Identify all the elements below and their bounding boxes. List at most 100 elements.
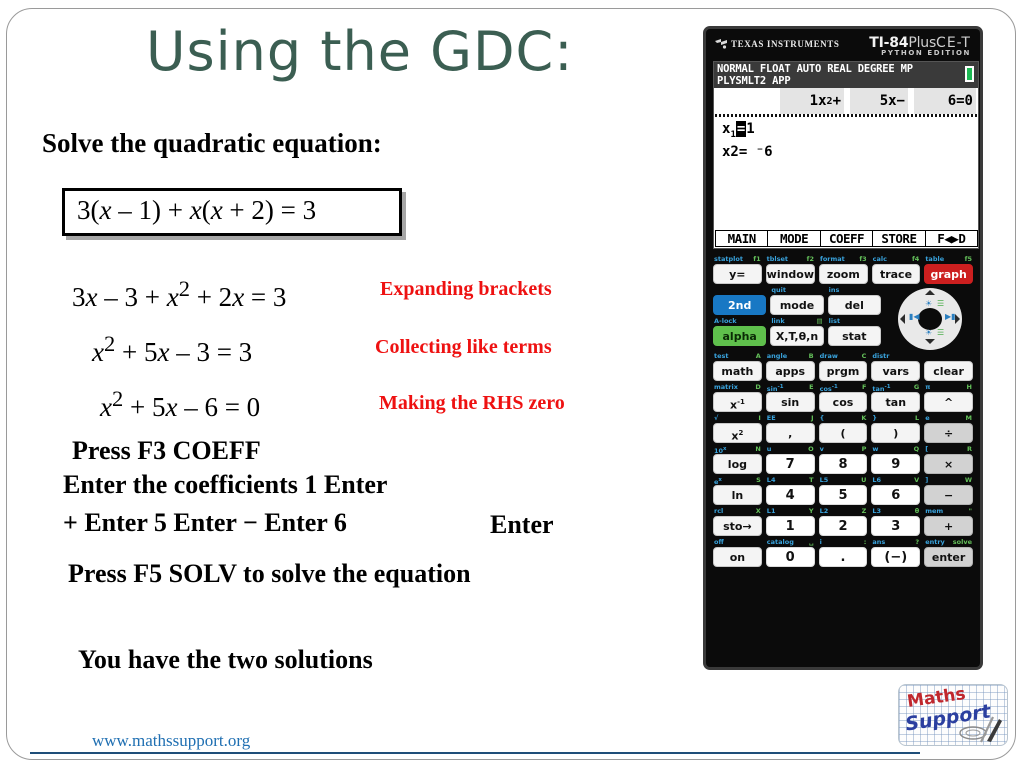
keypad-row-alpha: A-lock alpha link ▤ X,T,θ,n list stat — [713, 317, 881, 346]
key-apps[interactable]: apps — [765, 361, 815, 381]
label-r: R — [966, 445, 972, 453]
key-cell-x-inverse: matrix D x-1 — [713, 383, 762, 412]
key-x-t-theta-n[interactable]: X,T,θ,n — [770, 326, 824, 346]
equation-cell-c[interactable]: 6=0 — [914, 88, 976, 114]
key-2[interactable]: 2 — [818, 516, 868, 536]
key-cell-1: L1 Y 1 — [765, 507, 815, 536]
directional-pad[interactable]: ☀ ☀ ▮◀ ▶▮ ☰ ☰ — [887, 288, 973, 350]
fmenu-fd[interactable]: F◀▶D — [924, 230, 979, 247]
key-store[interactable]: sto→ — [713, 516, 762, 536]
key-0[interactable]: 0 — [765, 547, 815, 567]
key-cell-sin: sin-1 E sin — [765, 383, 815, 412]
footer-url[interactable]: www.mathssupport.org — [92, 731, 250, 751]
key-4[interactable]: 4 — [765, 485, 815, 505]
key-tan[interactable]: tan — [871, 392, 921, 412]
key-8[interactable]: 8 — [818, 454, 868, 474]
key-ln[interactable]: ln — [713, 485, 762, 505]
key-del[interactable]: del — [827, 295, 881, 315]
key-negate[interactable]: (−) — [871, 547, 921, 567]
keypad-row-math: test A math angle B apps draw C prgm dis… — [713, 352, 973, 381]
dpad-center[interactable] — [918, 308, 942, 330]
label-arcsin: sin-1 — [766, 384, 784, 394]
label-ans: ans — [872, 538, 886, 546]
label-open-brace: { — [819, 414, 825, 422]
label-sqrt: √ — [714, 414, 719, 422]
key-7[interactable]: 7 — [765, 454, 815, 474]
key-stat[interactable]: stat — [827, 326, 881, 346]
equation-cell-b[interactable]: 5x− — [850, 88, 908, 114]
key-vars[interactable]: vars — [871, 361, 921, 381]
arrow-down-icon[interactable] — [925, 339, 935, 344]
fmenu-mode[interactable]: MODE — [767, 230, 821, 247]
key-minus[interactable]: − — [924, 485, 973, 505]
key-enter[interactable]: enter — [924, 547, 973, 567]
fmenu-main[interactable]: MAIN — [715, 230, 769, 247]
label-question: ? — [915, 538, 920, 546]
key-open-paren[interactable]: ( — [818, 423, 868, 443]
fmenu-store[interactable]: STORE — [872, 230, 926, 247]
key-alpha[interactable]: alpha — [713, 326, 767, 346]
labels-2nd-blank — [713, 286, 766, 295]
labels-arcsin: sin-1 E — [766, 383, 815, 394]
key-comma[interactable]: , — [765, 423, 815, 443]
key-x-squared[interactable]: x2 — [713, 423, 762, 443]
label-a: A — [755, 352, 761, 360]
brand-name: TEXAS INSTRUMENTS — [731, 39, 840, 49]
key-on[interactable]: on — [713, 547, 762, 567]
key-zoom[interactable]: zoom — [819, 264, 868, 284]
label-mem: mem — [925, 507, 944, 515]
label-distr: distr — [872, 352, 890, 360]
key-9[interactable]: 9 — [871, 454, 921, 474]
key-3[interactable]: 3 — [871, 516, 921, 536]
key-cell-del: ins del — [827, 286, 881, 315]
key-x-inverse[interactable]: x-1 — [713, 392, 762, 412]
key-cell-stat: list stat — [827, 317, 881, 346]
label-e-const: e — [925, 414, 930, 422]
key-cell-negate: ans ? (−) — [871, 538, 921, 567]
key-trace[interactable]: trace — [871, 264, 921, 284]
key-close-paren[interactable]: ) — [871, 423, 921, 443]
label-f2: f2 — [806, 255, 815, 263]
key-graph[interactable]: graph — [924, 264, 973, 284]
labels-matrix: matrix D — [713, 383, 762, 392]
arrow-up-icon[interactable] — [925, 290, 935, 295]
fmenu-coeff[interactable]: COEFF — [819, 230, 874, 247]
key-plus[interactable]: + — [924, 516, 973, 536]
key-mode[interactable]: mode — [770, 295, 824, 315]
arrow-left-icon[interactable] — [900, 314, 905, 324]
key-clear[interactable]: clear — [924, 361, 973, 381]
key-cell-8: v P 8 — [818, 445, 868, 474]
key-sin[interactable]: sin — [765, 392, 815, 412]
calculator-edition: PYTHON EDITION — [881, 49, 971, 57]
key-cell-caret: π H ^ — [924, 383, 973, 412]
key-2nd[interactable]: 2nd — [713, 295, 767, 315]
label-s: S — [756, 476, 761, 484]
key-divide[interactable]: ÷ — [924, 423, 973, 443]
key-cell-multiply: [ R × — [924, 445, 973, 474]
key-log[interactable]: log — [713, 454, 762, 474]
key-6[interactable]: 6 — [871, 485, 921, 505]
label-table: table — [925, 255, 945, 263]
key-math[interactable]: math — [713, 361, 762, 381]
label-ee: EE — [766, 414, 776, 422]
nav-left-keys: 2nd quit mode ins del A-lock alpha link … — [713, 286, 881, 350]
labels-off: off — [713, 538, 762, 547]
labels-quit: quit — [770, 286, 823, 295]
key-y-equals[interactable]: y= — [713, 264, 762, 284]
key-cell-trace: calc f4 trace — [871, 255, 921, 284]
label-close-brace: } — [872, 414, 878, 422]
key-cos[interactable]: cos — [818, 392, 868, 412]
key-caret[interactable]: ^ — [924, 392, 973, 412]
key-decimal[interactable]: . — [818, 547, 868, 567]
labels-sqrt: √ I — [713, 414, 762, 423]
key-1[interactable]: 1 — [765, 516, 815, 536]
arrow-right-icon[interactable] — [955, 314, 960, 324]
labels-calc: calc f4 — [872, 255, 921, 264]
equation-cell-a[interactable]: 1x 2 + — [780, 88, 844, 114]
key-multiply[interactable]: × — [924, 454, 973, 474]
key-5[interactable]: 5 — [818, 485, 868, 505]
labels-ten-power: 10x N — [713, 445, 762, 455]
key-window[interactable]: window — [765, 264, 816, 284]
label-e-power: ex — [714, 477, 722, 487]
key-prgm[interactable]: prgm — [818, 361, 868, 381]
